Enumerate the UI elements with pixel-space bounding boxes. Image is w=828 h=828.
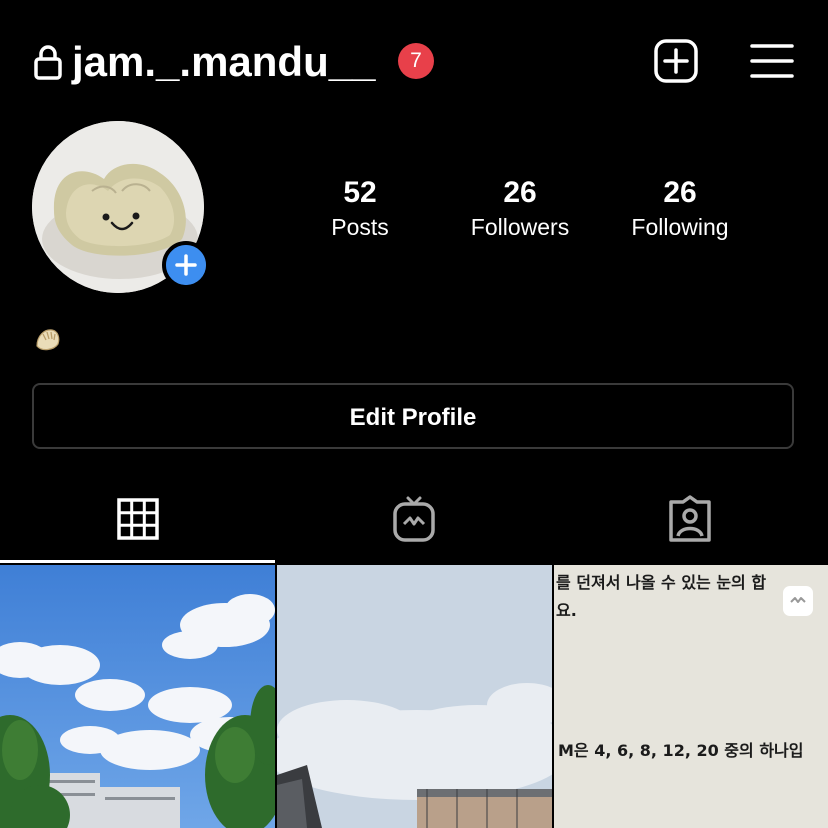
add-post-icon[interactable] (654, 39, 698, 83)
lock-icon (34, 45, 62, 80)
post-thumbnail-math-text[interactable]: 를 던져서 나올 수 있는 눈의 합 요. M은 4, 6, 8, 12, 20… (554, 565, 828, 828)
stat-followers-count: 26 (503, 176, 537, 209)
stat-posts[interactable]: 52 Posts (280, 174, 440, 242)
stat-followers-label: Followers (470, 214, 570, 240)
sky-trees-image (0, 565, 275, 828)
edit-profile-button[interactable]: Edit Profile (32, 383, 794, 449)
stat-following-count: 26 (663, 176, 697, 209)
post-thumbnail-sky-trees[interactable] (0, 565, 275, 828)
tagged-icon[interactable] (668, 494, 712, 544)
stat-following-label: Following (631, 214, 729, 240)
stat-following[interactable]: 26 Following (600, 174, 760, 242)
active-tab-indicator (0, 560, 275, 563)
stat-posts-count: 52 (343, 176, 377, 209)
igtv-post-icon (783, 586, 813, 616)
post-text-line-3: M은 4, 6, 8, 12, 20 중의 하나입 (558, 741, 804, 760)
post-thumbnail-clouds-building[interactable] (277, 565, 552, 828)
add-story-button[interactable] (162, 241, 210, 289)
post-text-line-1: 를 던져서 나올 수 있는 눈의 합 (556, 573, 767, 592)
dumpling-emoji-icon (36, 329, 60, 351)
profile-username[interactable]: jam._.mandu__ (72, 34, 375, 90)
clouds-building-image (277, 565, 552, 828)
grid-icon[interactable] (116, 494, 160, 544)
menu-icon[interactable] (750, 42, 794, 80)
igtv-icon[interactable] (392, 494, 436, 544)
stat-followers[interactable]: 26 Followers (440, 174, 600, 242)
post-text-line-2: 요. (556, 601, 577, 620)
notification-badge[interactable]: 7 (398, 43, 434, 79)
stat-posts-label: Posts (331, 214, 389, 240)
